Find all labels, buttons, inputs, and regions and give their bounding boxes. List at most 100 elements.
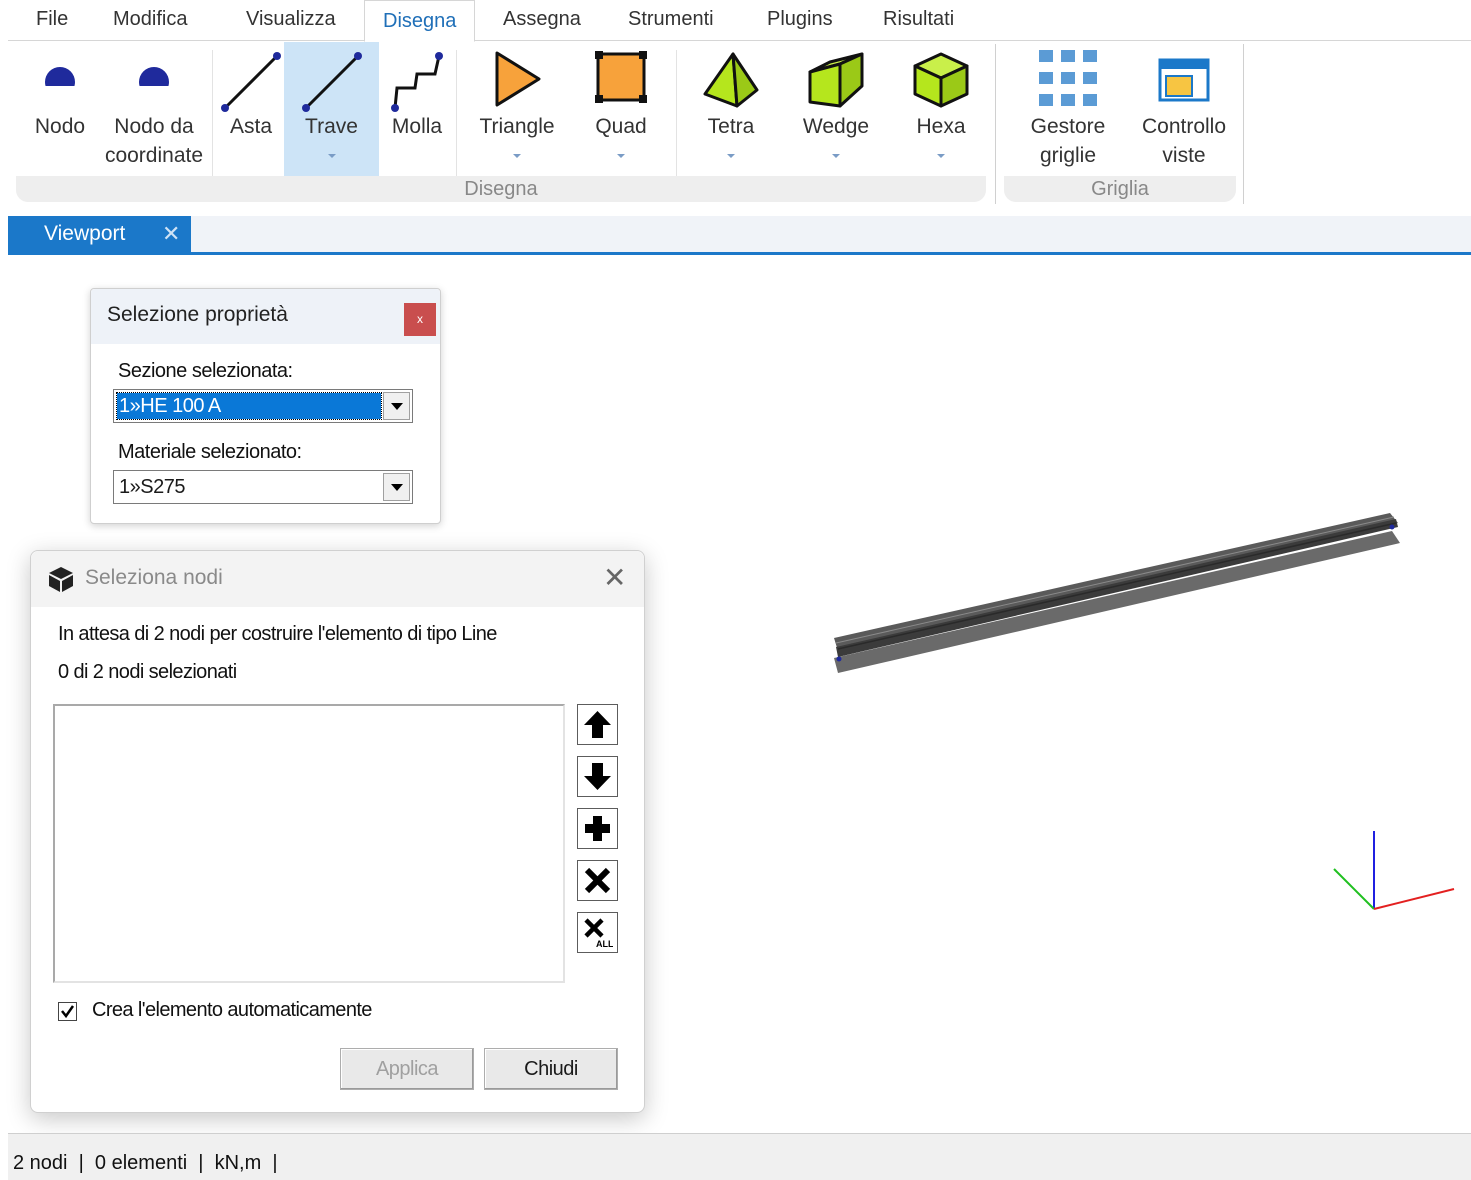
checkmark-icon [61,1005,75,1019]
quad-label: Quad [595,115,647,138]
group-label-griglia: Griglia [1004,176,1236,202]
gestore-griglie-label-2: griglie [1039,144,1097,167]
line-icon [221,52,281,112]
cube-icon [49,567,73,592]
remove-node-button[interactable] [577,860,618,901]
triangle-icon [495,51,541,107]
spring-icon [391,52,443,112]
quad-button[interactable]: Quad [578,42,664,177]
quad-icon [595,51,647,103]
add-node-button[interactable] [577,808,618,849]
node-dot-icon [139,67,169,86]
group-label-disegna: Disegna [16,176,986,202]
chevron-down-icon [832,154,840,158]
tab-viewport-label: Viewport [44,222,126,245]
hexa-icon [913,52,969,108]
move-up-button[interactable] [577,704,618,745]
line-icon [301,52,362,112]
nodo-da-coordinate-button[interactable]: Nodo da coordinate [94,42,214,177]
chevron-down-icon [727,154,735,158]
close-button[interactable]: Chiudi [484,1048,618,1090]
tetra-button[interactable]: Tetra [688,42,774,177]
dropdown-arrow-icon[interactable] [383,392,410,420]
delete-all-icon: ALL [584,918,613,948]
tab-viewport[interactable]: Viewport ✕ [8,216,191,252]
grid-icon [1039,50,1097,106]
material-select[interactable]: 1»S275 [113,470,413,504]
ribbon-separator [456,50,457,176]
controllo-viste-label-1: Controllo [1141,115,1227,138]
chevron-down-icon [937,154,945,158]
menu-file[interactable]: File [36,8,68,31]
molla-label: Molla [391,115,443,138]
tetra-icon [703,52,759,108]
ribbon-separator [212,50,213,176]
beam-element [834,513,1400,673]
menu-plugins[interactable]: Plugins [767,8,833,31]
menu-assegna[interactable]: Assegna [503,8,581,31]
dialog-titlebar[interactable]: Seleziona nodi ✕ [31,551,644,607]
menu-strumenti[interactable]: Strumenti [628,8,714,31]
menu-disegna[interactable]: Disegna [364,0,476,42]
menu-visualizza[interactable]: Visualizza [246,8,336,31]
move-down-button[interactable] [577,756,618,797]
wedge-icon [808,52,864,108]
gestore-griglie-label-1: Gestore [1030,115,1106,138]
asta-label: Asta [229,115,273,138]
selected-nodes-list[interactable] [53,704,565,983]
trave-label: Trave [305,115,358,138]
node-dot-icon [45,67,75,86]
section-value: 1»HE 100 A [116,392,382,420]
auto-create-checkbox[interactable] [58,1002,77,1021]
hexa-label: Hexa [916,115,966,138]
menu-risultati[interactable]: Risultati [883,8,954,31]
tab-strip: Viewport ✕ [8,216,1471,255]
gestore-griglie-button[interactable]: Gestore griglie [1016,42,1120,177]
close-icon[interactable]: ✕ [603,561,626,594]
trave-button[interactable]: Trave [284,42,379,177]
molla-button[interactable]: Molla [379,42,455,177]
triangle-label: Triangle [479,115,555,138]
menu-modifica[interactable]: Modifica [113,8,187,31]
wedge-label: Wedge [802,115,870,138]
close-icon[interactable]: ✕ [162,216,180,252]
remove-all-button[interactable]: ALL [577,912,618,953]
status-text: 2 nodi | 0 elementi | kN,m | [13,1152,278,1174]
status-bar: 2 nodi | 0 elementi | kN,m | [8,1133,1471,1180]
close-icon[interactable]: x [404,303,436,336]
triangle-button[interactable]: Triangle [466,42,568,177]
waiting-text: In attesa di 2 nodi per costruire l'elem… [58,623,497,645]
axis-triad [1333,831,1455,910]
asta-button[interactable]: Asta [216,42,286,177]
tetra-label: Tetra [707,115,755,138]
material-label: Materiale selezionato: [118,441,302,463]
delete-icon [584,867,611,894]
menu-bar: File Modifica Visualizza Disegna Assegna… [0,0,1471,42]
nodo-button[interactable]: Nodo [16,42,104,177]
group-separator [1243,44,1244,204]
ribbon: Nodo Nodo da coordinate Asta Trave Molla [8,42,1471,208]
nodo-da-coordinate-label-1: Nodo da [114,115,194,138]
dialog-title: Seleziona nodi [85,566,223,589]
properties-title: Selezione proprietà [107,303,288,326]
wedge-button[interactable]: Wedge [792,42,880,177]
arrow-up-icon [584,711,611,738]
section-select[interactable]: 1»HE 100 A [113,389,413,423]
hexa-button[interactable]: Hexa [898,42,984,177]
menu-divider [8,40,1471,41]
selected-count-text: 0 di 2 nodi selezionati [58,661,237,683]
view-window-icon [1158,58,1210,102]
controllo-viste-label-2: viste [1162,144,1206,167]
arrow-down-icon [584,763,611,790]
material-value: 1»S275 [119,476,185,498]
controllo-viste-button[interactable]: Controllo viste [1132,42,1236,177]
nodo-da-coordinate-label-2: coordinate [104,144,204,167]
ribbon-separator [676,50,677,176]
dropdown-arrow-icon[interactable] [383,473,410,501]
apply-button[interactable]: Applica [340,1048,474,1090]
chevron-down-icon [617,154,625,158]
properties-titlebar[interactable]: Selezione proprietà x [91,289,440,344]
auto-create-label: Crea l'elemento automaticamente [92,999,372,1021]
svg-text:ALL: ALL [596,939,613,948]
plus-icon [585,816,610,841]
